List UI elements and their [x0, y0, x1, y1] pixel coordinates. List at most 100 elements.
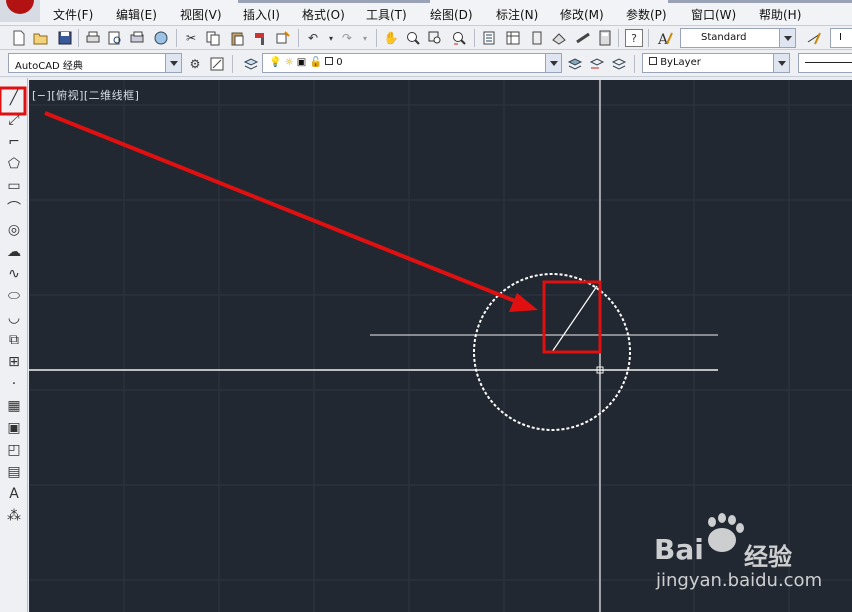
- layer-value: 0: [336, 57, 343, 68]
- dimension-style-select[interactable]: I: [830, 28, 852, 48]
- menu-insert[interactable]: 插入(I): [243, 6, 280, 23]
- copy-icon[interactable]: [204, 29, 222, 47]
- spline-icon[interactable]: ∿: [4, 264, 24, 284]
- publish-icon[interactable]: [128, 29, 146, 47]
- menu-draw[interactable]: 绘图(D): [430, 6, 473, 23]
- plot-preview-icon[interactable]: [106, 29, 124, 47]
- color-control-select[interactable]: ByLayer: [642, 53, 790, 73]
- menu-modify[interactable]: 修改(M): [560, 6, 604, 23]
- toolbar-separator: [78, 29, 79, 47]
- viewport-controls-label[interactable]: [−][俯视][二维线框]: [32, 87, 139, 103]
- zoom-window-icon[interactable]: [426, 29, 444, 47]
- plot-icon[interactable]: [84, 29, 102, 47]
- chevron-down-icon[interactable]: [165, 54, 181, 72]
- menu-dimension[interactable]: 标注(N): [496, 6, 538, 23]
- color-swatch: [649, 57, 657, 65]
- menu-tools[interactable]: 工具(T): [366, 6, 407, 23]
- polyline-icon[interactable]: ⌐: [4, 132, 24, 152]
- new-file-icon[interactable]: [10, 29, 28, 47]
- layer-previous-icon[interactable]: [588, 55, 606, 73]
- line-icon[interactable]: ╱: [4, 88, 24, 108]
- table-icon[interactable]: ▤: [4, 462, 24, 482]
- 3d-dwf-icon[interactable]: [152, 29, 170, 47]
- zoom-previous-icon[interactable]: [450, 29, 468, 47]
- menu-parametric[interactable]: 参数(P): [626, 6, 667, 23]
- quickcalc-icon[interactable]: [596, 29, 614, 47]
- menu-file[interactable]: 文件(F): [53, 6, 93, 23]
- undo-icon[interactable]: ↶: [304, 29, 322, 47]
- canvas-grid: [29, 80, 852, 612]
- workspace-select[interactable]: AutoCAD 经典: [8, 53, 182, 73]
- open-file-icon[interactable]: [32, 29, 50, 47]
- help-icon[interactable]: ?: [625, 29, 643, 47]
- markup-set-manager-icon[interactable]: [574, 29, 592, 47]
- title-bar-fragment: [238, 0, 430, 3]
- paste-icon[interactable]: [228, 29, 246, 47]
- menu-window[interactable]: 窗口(W): [691, 6, 736, 23]
- circle-icon[interactable]: ◎: [4, 220, 24, 240]
- save-icon[interactable]: [56, 29, 74, 47]
- make-current-layer-icon[interactable]: [566, 55, 584, 73]
- multiline-text-icon[interactable]: A: [4, 484, 24, 504]
- layer-state-icon[interactable]: [610, 55, 628, 73]
- ellipse-icon[interactable]: ⬭: [4, 286, 24, 306]
- zoom-realtime-icon[interactable]: [404, 29, 422, 47]
- construction-line-icon[interactable]: ⤢: [4, 110, 24, 130]
- drawing-canvas[interactable]: [−][俯视][二维线框]: [29, 80, 852, 612]
- add-selected-icon[interactable]: ⁂: [4, 506, 24, 526]
- chevron-down-icon[interactable]: [773, 54, 789, 72]
- design-center-icon[interactable]: [504, 29, 522, 47]
- layer-properties-icon[interactable]: [242, 55, 260, 73]
- customize-icon[interactable]: [208, 55, 226, 73]
- ellipse-arc-icon[interactable]: ◡: [4, 308, 24, 328]
- toolbar-separator: [648, 29, 649, 47]
- properties-icon[interactable]: [480, 29, 498, 47]
- revision-cloud-icon[interactable]: ☁: [4, 242, 24, 262]
- polygon-icon[interactable]: ⬠: [4, 154, 24, 174]
- linetype-preview: [805, 61, 852, 63]
- chevron-down-icon[interactable]: [779, 29, 795, 47]
- insert-block-icon[interactable]: ⧉: [4, 330, 24, 350]
- menu-edit[interactable]: 编辑(E): [116, 6, 157, 23]
- chevron-down-icon[interactable]: [545, 54, 561, 72]
- layers-toolbar: AutoCAD 经典 ⚙ 💡 ☼ ▣ 🔓 0 ByLayer: [0, 50, 852, 77]
- hatch-icon[interactable]: ▦: [4, 396, 24, 416]
- region-icon[interactable]: ◰: [4, 440, 24, 460]
- pan-icon[interactable]: ✋: [382, 29, 400, 47]
- cut-icon[interactable]: ✂: [182, 29, 200, 47]
- block-editor-icon[interactable]: [274, 29, 292, 47]
- autocad-logo-icon: [6, 0, 34, 14]
- menu-view[interactable]: 视图(V): [180, 6, 222, 23]
- watermark-brand-suffix: 经验: [744, 543, 792, 571]
- color-value: ByLayer: [660, 57, 701, 68]
- dimension-style-value: I: [839, 32, 842, 43]
- lock-icon: 🔓: [309, 57, 322, 68]
- linetype-control-select[interactable]: [798, 53, 852, 73]
- menu-help[interactable]: 帮助(H): [759, 6, 801, 23]
- draw-toolbar: ╱ ⤢ ⌐ ⬠ ▭ ⌒ ◎ ☁ ∿ ⬭ ◡ ⧉ ⊞ · ▦ ▣ ◰ ▤ A ⁂: [0, 78, 28, 612]
- dimension-style-icon[interactable]: [805, 29, 823, 47]
- layer-select[interactable]: 💡 ☼ ▣ 🔓 0: [262, 53, 562, 73]
- standard-toolbar: ✂ ↶ ▾ ↷ ▾ ✋ ? A Standard I: [0, 26, 852, 50]
- workspace-settings-icon[interactable]: ⚙: [186, 55, 204, 73]
- arc-icon[interactable]: ⌒: [4, 198, 24, 218]
- toolbar-separator: [376, 29, 377, 47]
- redo-icon[interactable]: ↷: [338, 29, 356, 47]
- application-menu-button[interactable]: [0, 0, 40, 22]
- make-block-icon[interactable]: ⊞: [4, 352, 24, 372]
- sun-icon: ☼: [284, 57, 294, 68]
- menu-format[interactable]: 格式(O): [302, 6, 345, 23]
- sheet-set-manager-icon[interactable]: [550, 29, 568, 47]
- text-style-icon[interactable]: A: [656, 29, 674, 47]
- match-properties-icon[interactable]: [252, 29, 270, 47]
- point-icon[interactable]: ·: [4, 374, 24, 394]
- toolbar-separator: [634, 55, 635, 73]
- rectangle-icon[interactable]: ▭: [4, 176, 24, 196]
- tool-palettes-icon[interactable]: [528, 29, 546, 47]
- gradient-icon[interactable]: ▣: [4, 418, 24, 438]
- text-style-select[interactable]: Standard: [680, 28, 796, 48]
- redo-dropdown-icon[interactable]: ▾: [356, 29, 374, 47]
- lightbulb-icon: 💡: [269, 57, 282, 68]
- watermark-brand-prefix: Bai: [654, 533, 704, 566]
- toolbar-separator: [176, 29, 177, 47]
